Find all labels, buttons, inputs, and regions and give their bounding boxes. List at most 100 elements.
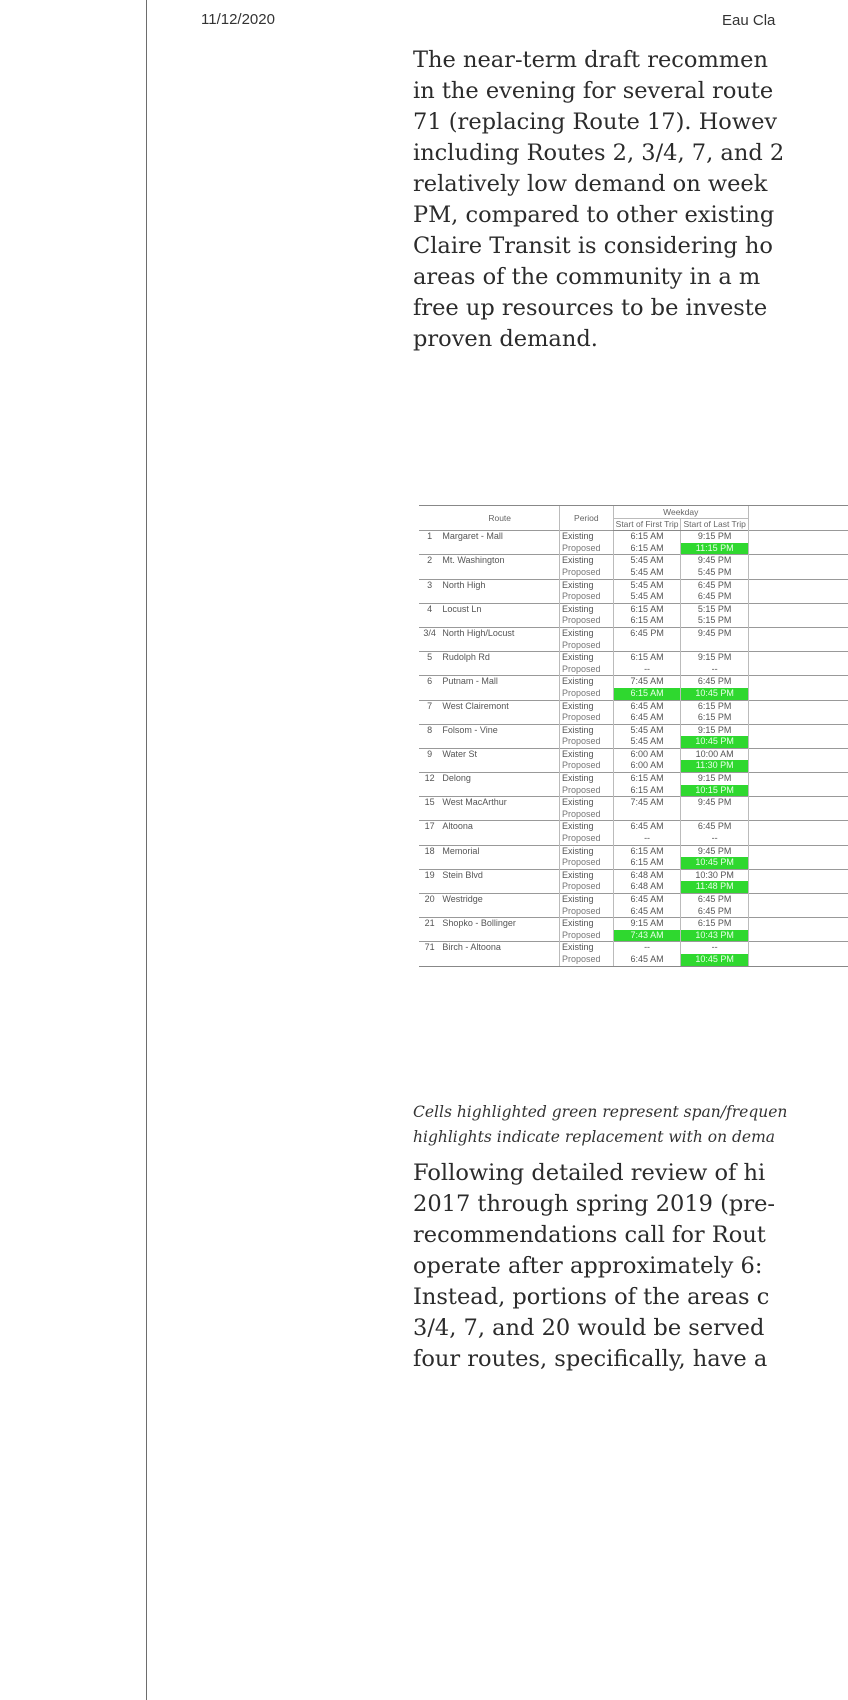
- route-number-cell: [419, 567, 440, 579]
- route-name-cell: North High: [440, 578, 560, 592]
- extra-cell: [747, 796, 848, 809]
- route-name-cell: Margaret - Mall: [440, 530, 560, 543]
- last-trip-cell: 10:43 PM: [680, 929, 749, 942]
- extra-cell: [747, 675, 848, 688]
- last-trip-cell: 9:15 PM: [680, 530, 749, 543]
- extra-cell: [747, 542, 848, 555]
- route-name-cell: Altoona: [440, 820, 560, 834]
- first-trip-cell: 6:45 AM: [612, 712, 681, 725]
- text-line: including Routes 2, 3/4, 7, and 2: [413, 140, 785, 166]
- extra-cell: [747, 892, 848, 906]
- extra-cell: [747, 917, 848, 930]
- route-number-cell: [419, 712, 440, 724]
- last-trip-cell: 5:45 PM: [680, 566, 749, 580]
- table-row: Proposed 6:15 AM 10:45 PM: [419, 857, 848, 870]
- text-line: PM, compared to other existing: [413, 202, 775, 228]
- first-trip-cell: 7:45 AM: [612, 796, 681, 809]
- route-number-cell: [419, 640, 440, 652]
- route-number-cell: [419, 736, 440, 748]
- caption-line: highlights indicate replacement with on …: [413, 1128, 776, 1146]
- extra-cell: [747, 554, 848, 567]
- extra-cell: [747, 929, 848, 942]
- table-row: 6 Putnam - Mall Existing 7:45 AM 6:45 PM: [419, 675, 848, 688]
- period-cell: Proposed: [558, 881, 614, 894]
- extra-cell: [747, 784, 848, 797]
- route-number-cell: [419, 881, 440, 893]
- period-cell: Existing: [558, 772, 614, 785]
- first-trip-cell: 6:00 AM: [612, 747, 681, 761]
- first-trip-cell: 5:45 AM: [612, 566, 681, 580]
- route-name-cell: [440, 736, 559, 748]
- first-trip-cell: 5:45 AM: [612, 591, 681, 604]
- route-number-cell: 1: [419, 530, 441, 543]
- extra-cell: [747, 602, 848, 616]
- text-line: areas of the community in a m: [413, 264, 761, 290]
- period-cell: Proposed: [558, 760, 614, 773]
- table-row: 19 Stein Blvd Existing 6:48 AM 10:30 PM: [419, 868, 848, 882]
- route-name-cell: Westridge: [440, 892, 560, 906]
- route-number-cell: 71: [419, 941, 441, 954]
- table-row: 71 Birch - Altoona Existing -- --: [419, 941, 848, 954]
- first-trip-cell: 6:15 AM: [612, 784, 681, 797]
- route-name-cell: [440, 591, 559, 603]
- first-trip-cell: 6:45 AM: [612, 953, 681, 967]
- text-line: proven demand.: [413, 326, 598, 352]
- route-number-cell: 4: [419, 602, 441, 616]
- route-number-cell: [419, 809, 440, 821]
- route-number-cell: [419, 930, 440, 942]
- first-trip-cell: 6:45 AM: [612, 892, 681, 906]
- table-row: Proposed 6:15 AM 11:15 PM: [419, 542, 848, 555]
- period-cell: Existing: [558, 554, 614, 567]
- header-date: 11/12/2020: [201, 11, 275, 28]
- first-trip-cell: 5:45 AM: [612, 554, 681, 567]
- header-title: Eau Cla: [722, 12, 776, 29]
- period-cell: Existing: [558, 796, 614, 809]
- last-trip-cell: 6:15 PM: [680, 712, 749, 725]
- route-name-cell: West MacArthur: [440, 796, 560, 809]
- route-number-cell: 20: [419, 892, 441, 906]
- route-name-cell: Stein Blvd: [440, 868, 560, 882]
- extra-cell: [747, 760, 848, 773]
- table-row: 15 West MacArthur Existing 7:45 AM 9:45 PM: [419, 796, 848, 809]
- period-cell: Existing: [558, 530, 614, 543]
- table-row: Proposed 6:45 AM 6:15 PM: [419, 712, 848, 725]
- table-row: Proposed 6:15 AM 10:15 PM: [419, 784, 848, 797]
- last-trip-cell: 6:45 PM: [680, 591, 749, 604]
- period-cell: Proposed: [558, 591, 614, 604]
- period-cell: Existing: [558, 941, 614, 954]
- route-number-cell: 3: [419, 578, 441, 592]
- table-row: 2 Mt. Washington Existing 5:45 AM 9:45 PM: [419, 554, 848, 567]
- route-name-cell: Memorial: [440, 844, 560, 858]
- table-row: 3 North High Existing 5:45 AM 6:45 PM: [419, 578, 848, 592]
- extra-cell: [747, 747, 848, 761]
- text-line: 71 (replacing Route 17). Howev: [413, 109, 778, 135]
- extra-cell: [747, 905, 848, 918]
- route-number-cell: 21: [419, 917, 441, 930]
- route-number-cell: 3/4: [419, 626, 441, 640]
- route-name-cell: [440, 567, 559, 579]
- route-name-cell: [440, 543, 559, 555]
- route-name-cell: [440, 760, 559, 772]
- extra-cell: [747, 663, 848, 676]
- first-trip-cell: 6:15 AM: [612, 687, 681, 700]
- table-row: Proposed -- --: [419, 663, 848, 676]
- route-number-cell: [419, 906, 440, 918]
- header-last-trip: Start of Last Trip: [680, 517, 749, 532]
- first-trip-cell: 5:45 AM: [612, 723, 681, 737]
- first-trip-cell: 6:48 AM: [612, 868, 681, 882]
- route-number-cell: 5: [419, 651, 441, 664]
- route-number-cell: 8: [419, 723, 441, 737]
- period-cell: Proposed: [558, 542, 614, 555]
- table-row: Proposed -- --: [419, 833, 848, 846]
- route-number-cell: 15: [419, 796, 441, 809]
- last-trip-cell: 5:15 PM: [680, 615, 749, 628]
- first-trip-cell: 5:45 AM: [612, 736, 681, 749]
- route-name-cell: [440, 833, 559, 845]
- route-number-cell: [419, 688, 440, 700]
- table-row: 18 Memorial Existing 6:15 AM 9:45 PM: [419, 844, 848, 858]
- period-cell: Proposed: [558, 566, 614, 580]
- period-cell: Existing: [558, 626, 614, 640]
- route-name-cell: Mt. Washington: [440, 554, 560, 567]
- route-name-cell: [440, 688, 559, 700]
- first-trip-cell: 6:15 AM: [612, 542, 681, 555]
